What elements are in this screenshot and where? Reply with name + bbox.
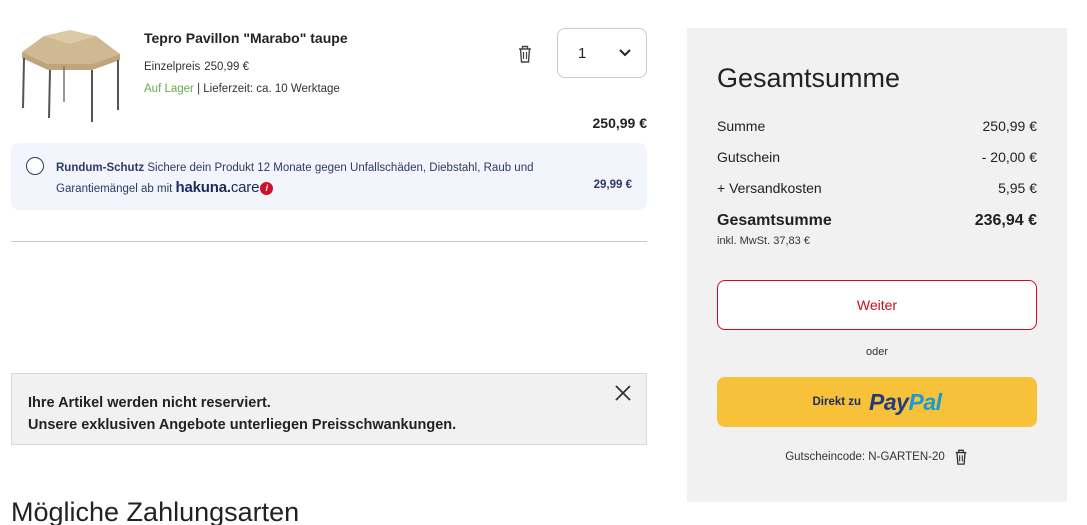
quantity-select[interactable]: 1	[557, 28, 647, 78]
product-image[interactable]	[14, 30, 126, 124]
paypal-button[interactable]: Direkt zu PayPal	[717, 377, 1037, 427]
protection-offer: Rundum-Schutz Sichere dein Produkt 12 Mo…	[11, 143, 647, 210]
paypal-logo: PayPal	[869, 388, 942, 415]
line-total: 250,99 €	[592, 115, 648, 131]
coupon-code: Gutscheincode: N-GARTEN-20	[785, 451, 945, 463]
hakuna-care-logo: hakuna.care	[175, 179, 260, 196]
summary-row-subtotal: Summe 250,99 €	[717, 118, 1037, 134]
vat-info: inkl. MwSt. 37,83 €	[717, 235, 810, 247]
protection-desc-2: Garantiemängel ab mit	[56, 183, 176, 195]
unit-price-label: Einzelpreis	[144, 61, 201, 73]
notice-text: Ihre Artikel werden nicht reserviert. Un…	[28, 392, 456, 436]
summary-row-shipping: + Versandkosten 5,95 €	[717, 180, 1037, 196]
remove-coupon-trash-icon[interactable]	[953, 448, 969, 466]
order-summary: Gesamtsumme Summe 250,99 € Gutschein - 20,…	[687, 28, 1067, 502]
or-separator: oder	[865, 346, 889, 358]
summary-row-total: Gesamtsumme 236,94 €	[717, 212, 1037, 229]
coupon-info: Gutscheincode: N-GARTEN-20	[717, 448, 1037, 466]
close-icon[interactable]	[614, 384, 632, 402]
delivery-time: | Lieferzeit: ca. 10 Werktage	[193, 83, 340, 95]
payment-methods-heading: Mögliche Zahlungsarten	[11, 497, 300, 525]
divider	[11, 241, 647, 242]
unit-price-value: 250,99 €	[204, 61, 250, 73]
protection-price: 29,99 €	[593, 179, 632, 191]
continue-button[interactable]: Weiter	[717, 280, 1037, 330]
summary-title: Gesamtsumme	[717, 63, 901, 93]
chevron-down-icon	[619, 49, 631, 57]
protection-title: Rundum-Schutz	[56, 162, 145, 174]
unit-price: Einzelpreis 250,99 €	[144, 61, 249, 73]
stock-status: Auf Lager	[144, 83, 194, 95]
notice-line-1: Ihre Artikel werden nicht reserviert.	[28, 395, 271, 411]
info-icon[interactable]: i	[260, 182, 274, 195]
availability: Auf Lager | Lieferzeit: ca. 10 Werktage	[144, 83, 340, 95]
reservation-notice: Ihre Artikel werden nicht reserviert. Un…	[11, 373, 647, 445]
paypal-label: Direkt zu	[812, 396, 862, 408]
remove-item-trash-icon[interactable]	[516, 44, 534, 64]
protection-desc-1: Sichere dein Produkt 12 Monate gegen Unf…	[144, 162, 534, 174]
product-title[interactable]: Tepro Pavillon "Marabo" taupe	[144, 30, 348, 46]
protection-text: Rundum-Schutz Sichere dein Produkt 12 Mo…	[56, 159, 576, 199]
quantity-value: 1	[578, 44, 587, 62]
summary-row-voucher: Gutschein - 20,00 €	[717, 149, 1037, 165]
notice-line-2: Unsere exklusiven Angebote unterliegen P…	[28, 417, 457, 433]
protection-radio[interactable]	[26, 157, 44, 175]
